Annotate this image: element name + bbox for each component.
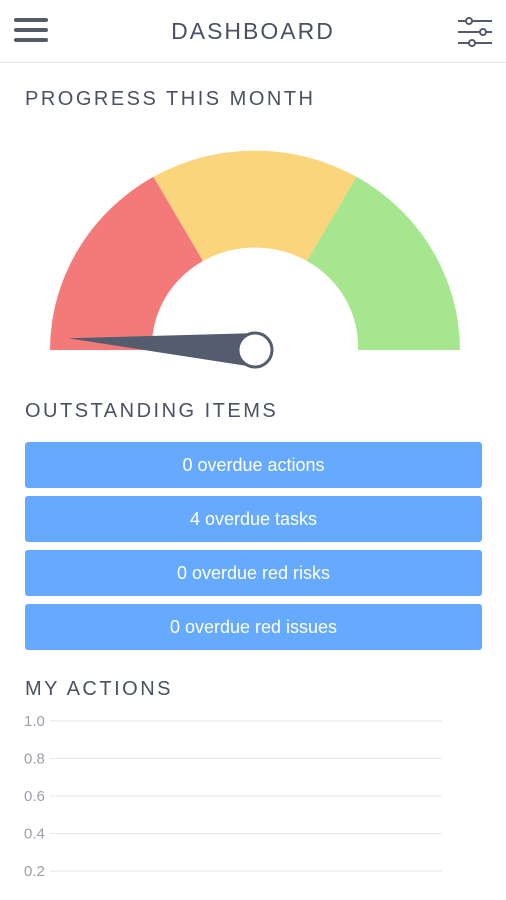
outstanding-section-title: OUTSTANDING ITEMS bbox=[25, 400, 279, 422]
y-tick-label: 0.8 bbox=[24, 751, 45, 768]
y-tick-label: 0.4 bbox=[24, 826, 45, 843]
overdue-actions-button[interactable]: 0 overdue actions bbox=[25, 442, 482, 488]
progress-gauge bbox=[50, 150, 460, 369]
page-title: DASHBOARD bbox=[171, 18, 335, 44]
y-tick-label: 0.2 bbox=[24, 863, 45, 880]
overdue-red-risks-button[interactable]: 0 overdue red risks bbox=[25, 550, 482, 596]
y-tick-label: 1.0 bbox=[24, 713, 45, 730]
gauge-needle-hub bbox=[236, 331, 274, 369]
top-bar: DASHBOARD bbox=[0, 0, 506, 63]
my-actions-chart: 1.0 0.8 0.6 0.4 0.2 bbox=[24, 713, 442, 880]
progress-section-title: PROGRESS THIS MONTH bbox=[25, 88, 316, 110]
my-actions-section-title: MY ACTIONS bbox=[25, 678, 173, 700]
overdue-tasks-button[interactable]: 4 overdue tasks bbox=[25, 496, 482, 542]
overdue-red-issues-button[interactable]: 0 overdue red issues bbox=[25, 604, 482, 650]
sliders-icon[interactable] bbox=[456, 16, 494, 48]
y-tick-label: 0.6 bbox=[24, 788, 45, 805]
